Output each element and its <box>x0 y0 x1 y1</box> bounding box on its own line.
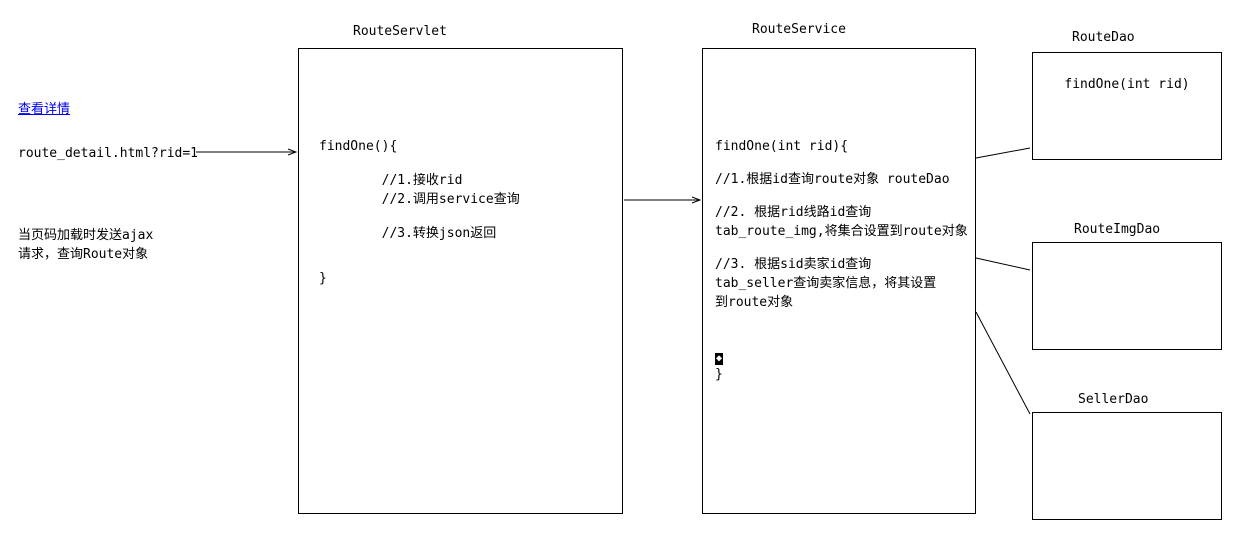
line-service-to-sellerdao <box>976 312 1030 414</box>
service-code-brace: } <box>715 367 963 382</box>
route-img-dao-box <box>1032 242 1222 350</box>
url-text: route_detail.html?rid=1 <box>18 146 198 161</box>
line-service-to-routedao <box>976 148 1030 158</box>
service-caret: ◆ <box>715 350 963 365</box>
service-code-line2: //1.根据id查询route对象 routeDao <box>715 168 963 187</box>
service-code-line1: findOne(int rid){ <box>715 139 963 154</box>
view-detail-link[interactable]: 查看详情 <box>18 98 70 117</box>
line-service-to-routeimgdao <box>976 258 1030 270</box>
route-servlet-code: findOne(){ //1.接收rid //2.调用service查询 //3… <box>299 49 622 296</box>
route-dao-title: RouteDao <box>1072 30 1135 45</box>
route-img-dao-title: RouteImgDao <box>1074 222 1160 237</box>
route-servlet-title: RouteServlet <box>353 24 447 39</box>
route-dao-box: findOne(int rid) <box>1032 52 1222 160</box>
service-code-line4: //3. 根据sid卖家id查询 tab_seller查询卖家信息，将其设置 到… <box>715 253 963 310</box>
seller-dao-box <box>1032 412 1222 520</box>
seller-dao-title: SellerDao <box>1078 392 1148 407</box>
route-dao-method: findOne(int rid) <box>1033 53 1221 102</box>
ajax-note: 当页码加载时发送ajax 请求，查询Route对象 <box>18 224 153 262</box>
service-code-line3: //2. 根据rid线路id查询 tab_route_img,将集合设置到rou… <box>715 201 963 239</box>
route-service-box: findOne(int rid){ //1.根据id查询route对象 rout… <box>702 48 976 514</box>
route-service-title: RouteService <box>752 22 846 37</box>
route-servlet-box: findOne(){ //1.接收rid //2.调用service查询 //3… <box>298 48 623 514</box>
